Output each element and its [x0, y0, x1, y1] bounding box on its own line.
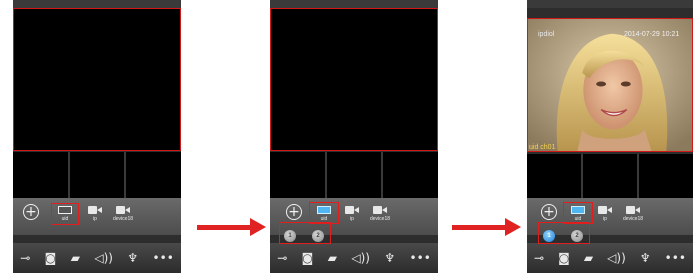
timestamp-overlay: 2014-07-29 10:21: [624, 31, 680, 38]
video-thumbnail[interactable]: [69, 152, 125, 198]
arrow-shaft: [197, 225, 251, 230]
snapshot-icon[interactable]: ◙: [558, 252, 570, 264]
add-device-button[interactable]: +: [286, 204, 302, 220]
video-thumbnail[interactable]: [126, 152, 181, 198]
bottom-action-bar: ⊸ ◙ ▰ ◁)) ♆ •••: [13, 243, 181, 273]
device-ip-button[interactable]: ip: [340, 206, 364, 222]
add-device-button[interactable]: +: [541, 204, 557, 220]
video-thumbnail[interactable]: [639, 154, 693, 198]
record-icon[interactable]: ▰: [71, 252, 80, 264]
video-thumbnail[interactable]: [270, 152, 325, 198]
microphone-icon[interactable]: ♆: [640, 252, 651, 264]
camera-icon: [373, 206, 387, 214]
device-label: ip: [603, 216, 607, 222]
main-video-view[interactable]: ipdiol 2014-07-29 10:21: [527, 18, 693, 152]
record-icon[interactable]: ▰: [328, 252, 337, 264]
video-thumbnail[interactable]: [13, 152, 68, 198]
key-icon[interactable]: ⊸: [534, 252, 544, 264]
camera-icon: [345, 206, 359, 214]
phone-screen-step-1: + uid ip device18 ⊸ ◙ ▰ ◁)) ♆ •••: [13, 0, 181, 273]
key-icon[interactable]: ⊸: [20, 252, 30, 264]
highlight-box: [563, 202, 593, 224]
video-thumbnail[interactable]: [583, 154, 637, 198]
device-device18-button[interactable]: device18: [111, 206, 135, 222]
phone-screen-step-3: ipdiol 2014-07-29 10:21 uid ch01 + uid i…: [527, 0, 693, 273]
record-icon[interactable]: ▰: [584, 252, 593, 264]
key-icon[interactable]: ⊸: [277, 252, 287, 264]
device-label: ip: [93, 216, 97, 222]
status-bar: [527, 0, 693, 8]
channel-highlight-box: [538, 222, 590, 244]
camera-name-overlay: ipdiol: [538, 31, 555, 38]
highlight-box: [51, 203, 79, 225]
camera-icon: [626, 206, 640, 214]
status-bar: [13, 0, 181, 8]
speaker-icon[interactable]: ◁)): [607, 252, 626, 264]
microphone-icon[interactable]: ♆: [127, 252, 138, 264]
device-toolbar: + uid ip device18: [13, 198, 181, 235]
device-label: device18: [369, 216, 390, 222]
highlight-box: [309, 202, 339, 224]
thumbnail-strip: [270, 152, 438, 198]
snapshot-icon[interactable]: ◙: [302, 252, 314, 264]
arrow-head: [505, 218, 521, 236]
device-label: device18: [622, 216, 643, 222]
device-device18-button[interactable]: device18: [621, 206, 645, 222]
video-thumbnail[interactable]: [383, 152, 438, 198]
speaker-icon[interactable]: ◁)): [351, 252, 370, 264]
camera-icon: [598, 206, 612, 214]
more-icon[interactable]: •••: [153, 252, 174, 264]
device-ip-button[interactable]: ip: [83, 206, 107, 222]
video-thumbnail[interactable]: [326, 152, 382, 198]
bottom-action-bar: ⊸ ◙ ▰ ◁)) ♆ •••: [527, 243, 693, 273]
main-video-view[interactable]: [13, 8, 181, 151]
status-bar: [270, 0, 438, 8]
camera-icon: [88, 206, 102, 214]
phone-screen-step-2: + uid ip device18 1 2 ⊸ ◙ ▰ ◁)) ♆ •••: [270, 0, 438, 273]
thumbnail-strip: [527, 154, 693, 198]
channel-highlight-box: [279, 222, 331, 244]
microphone-icon[interactable]: ♆: [384, 252, 395, 264]
live-video-image: [528, 19, 692, 151]
snapshot-icon[interactable]: ◙: [45, 252, 57, 264]
bottom-action-bar: ⊸ ◙ ▰ ◁)) ♆ •••: [270, 243, 438, 273]
more-icon[interactable]: •••: [410, 252, 431, 264]
arrow-shaft: [452, 225, 506, 230]
arrow-head: [250, 218, 266, 236]
speaker-icon[interactable]: ◁)): [94, 252, 113, 264]
video-thumbnail[interactable]: [527, 154, 581, 198]
device-device18-button[interactable]: device18: [368, 206, 392, 222]
device-ip-button[interactable]: ip: [593, 206, 617, 222]
channel-label: uid ch01: [529, 144, 556, 151]
main-video-view[interactable]: [270, 8, 438, 151]
more-icon[interactable]: •••: [665, 252, 686, 264]
camera-icon: [116, 206, 130, 214]
device-label: ip: [350, 216, 354, 222]
thumbnail-strip: [13, 152, 181, 198]
add-device-button[interactable]: +: [23, 204, 39, 220]
device-label: device18: [112, 216, 133, 222]
